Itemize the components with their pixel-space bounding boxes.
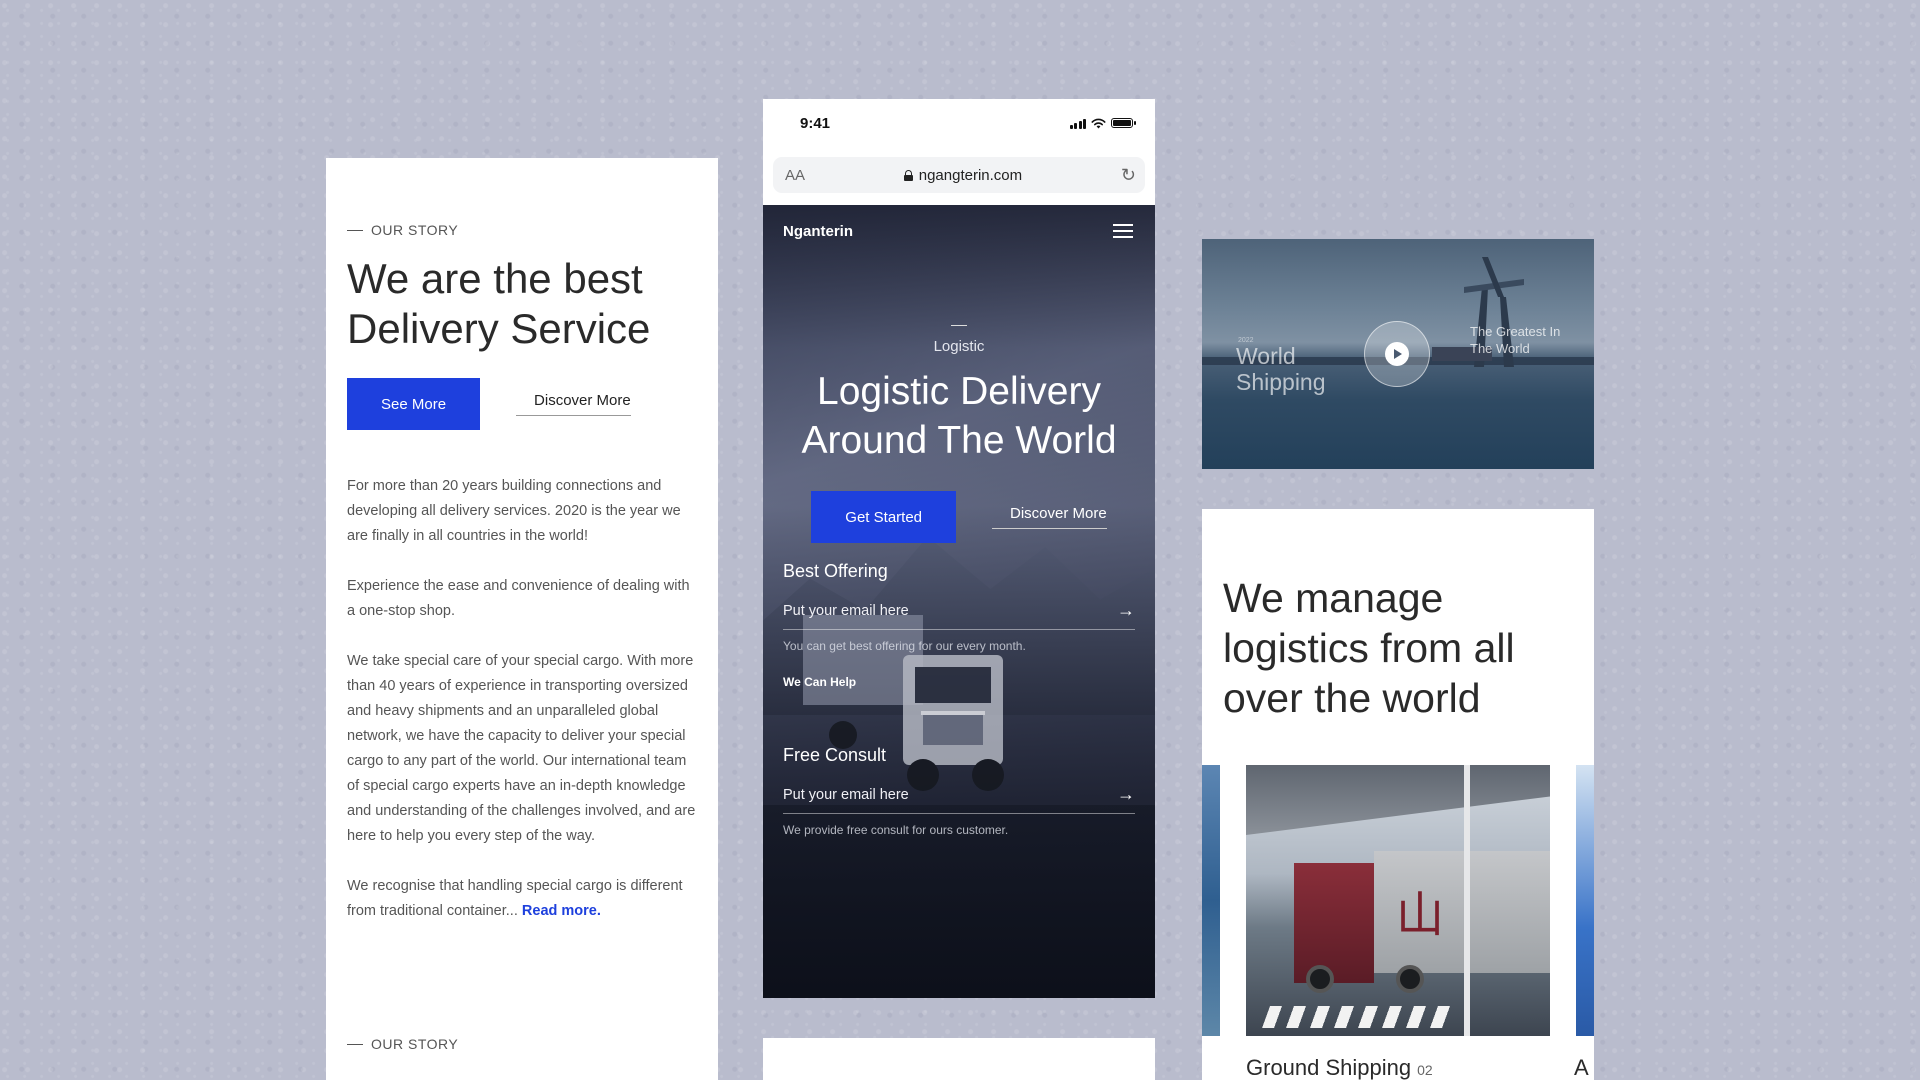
- reload-icon[interactable]: ↻: [1121, 165, 1136, 186]
- video-right-title: The Greatest In The World: [1470, 324, 1561, 356]
- menu-icon[interactable]: [1113, 224, 1133, 238]
- slide-caption: Ground Shipping 02: [1246, 1055, 1433, 1080]
- hero-section: Nganterin Logistic Logistic Delivery Aro…: [763, 205, 1155, 998]
- slide-number: 02: [1417, 1062, 1433, 1078]
- see-more-button[interactable]: See More: [347, 378, 481, 430]
- url-display[interactable]: ngangterin.com: [903, 166, 1023, 184]
- hangar-roof: [1246, 765, 1550, 835]
- status-bar: 9:41: [763, 99, 1155, 147]
- wifi-icon: [1091, 118, 1106, 128]
- cta-row: See More Discover More: [347, 378, 697, 430]
- manage-title: We manage logistics from all over the wo…: [1223, 575, 1515, 721]
- discover-more-link[interactable]: Discover More: [992, 505, 1107, 529]
- free-consult-note: We provide free consult for ours custome…: [783, 823, 1009, 837]
- lock-icon: [903, 169, 913, 181]
- best-offering-email-field[interactable]: Put your email here →: [783, 600, 1135, 630]
- section-title: We are the best Delivery Service: [347, 255, 651, 352]
- previous-slide-image[interactable]: [1202, 765, 1220, 1036]
- eyebrow-dash: [347, 1043, 363, 1045]
- hero-cta-row: Get Started Discover More: [763, 491, 1155, 543]
- status-time: 9:41: [800, 114, 831, 132]
- truck-cab: [1294, 863, 1374, 983]
- trailer-logo: 山: [1396, 887, 1445, 943]
- eyebrow-label: OUR STORY: [371, 1036, 459, 1052]
- story-paragraph-4-text: We recognise that handling special cargo…: [347, 878, 683, 919]
- free-consult-email-field[interactable]: Put your email here →: [783, 784, 1135, 814]
- read-more-link[interactable]: Read more.: [522, 903, 601, 919]
- text-size-button[interactable]: AA: [785, 167, 805, 184]
- hero-dash: [951, 325, 967, 326]
- play-icon: [1385, 342, 1409, 366]
- play-button[interactable]: [1364, 321, 1430, 387]
- phone-mockup: 9:41 AA ngangterin.com ↻ Nganterin Logis…: [763, 99, 1155, 998]
- next-slide-caption: A: [1574, 1055, 1589, 1080]
- video-left-title: World Shipping: [1236, 343, 1326, 395]
- ground-shipping-image[interactable]: 山: [1246, 765, 1550, 1036]
- hero-title: Logistic Delivery Around The World: [801, 370, 1117, 462]
- truck-wheel: [1306, 965, 1334, 993]
- truck-wheel: [1396, 965, 1424, 993]
- email-placeholder[interactable]: Put your email here: [783, 787, 909, 803]
- hangar-pillar: [1464, 765, 1470, 1036]
- story-paragraph-4: We recognise that handling special cargo…: [347, 874, 697, 924]
- discover-more-link[interactable]: Discover More: [516, 392, 631, 416]
- we-can-help-link[interactable]: We Can Help: [783, 675, 1135, 689]
- browser-url-bar[interactable]: AA ngangterin.com ↻: [773, 157, 1145, 193]
- best-offering-note: You can get best offering for our every …: [783, 639, 1026, 653]
- eyebrow-label: OUR STORY: [371, 222, 459, 238]
- story-paragraph-1: For more than 20 years building connecti…: [347, 478, 681, 544]
- story-paragraph-2: Experience the ease and convenience of d…: [347, 578, 690, 619]
- hero-kicker: Logistic: [933, 338, 985, 355]
- url-text: ngangterin.com: [918, 166, 1023, 184]
- crosswalk: [1261, 1006, 1461, 1028]
- story-body: For more than 20 years building connecti…: [347, 474, 697, 924]
- free-consult-title: Free Consult: [783, 745, 887, 765]
- next-screen-card: [763, 1038, 1155, 1080]
- hero-content: Logistic Logistic Delivery Around The Wo…: [763, 325, 1155, 543]
- our-story-card: OUR STORY We are the best Delivery Servi…: [326, 158, 718, 1080]
- status-icons: [1069, 118, 1136, 129]
- manage-logistics-card: We manage logistics from all over the wo…: [1202, 509, 1594, 1080]
- cellular-signal-icon: [1069, 118, 1086, 129]
- arrow-right-icon[interactable]: →: [1117, 784, 1135, 805]
- next-slide-image[interactable]: [1576, 765, 1594, 1036]
- story-paragraph-3: We take special care of your special car…: [347, 653, 696, 844]
- video-card[interactable]: 2022 World Shipping The Greatest In The …: [1202, 239, 1594, 469]
- section-eyebrow-bottom: OUR STORY: [347, 1036, 458, 1052]
- arrow-right-icon[interactable]: →: [1117, 600, 1135, 621]
- section-eyebrow: OUR STORY: [347, 222, 697, 238]
- email-placeholder[interactable]: Put your email here: [783, 603, 909, 619]
- brand-logo[interactable]: Nganterin: [783, 223, 853, 240]
- free-consult-section: Free Consult Put your email here → We pr…: [783, 745, 1135, 837]
- slide-title: Ground Shipping: [1246, 1055, 1412, 1080]
- battery-icon: [1111, 118, 1136, 128]
- site-navbar: Nganterin: [763, 205, 1155, 257]
- best-offering-title: Best Offering: [783, 561, 888, 581]
- get-started-button[interactable]: Get Started: [811, 491, 957, 543]
- best-offering-section: Best Offering Put your email here → You …: [783, 561, 1135, 689]
- eyebrow-dash: [347, 229, 363, 231]
